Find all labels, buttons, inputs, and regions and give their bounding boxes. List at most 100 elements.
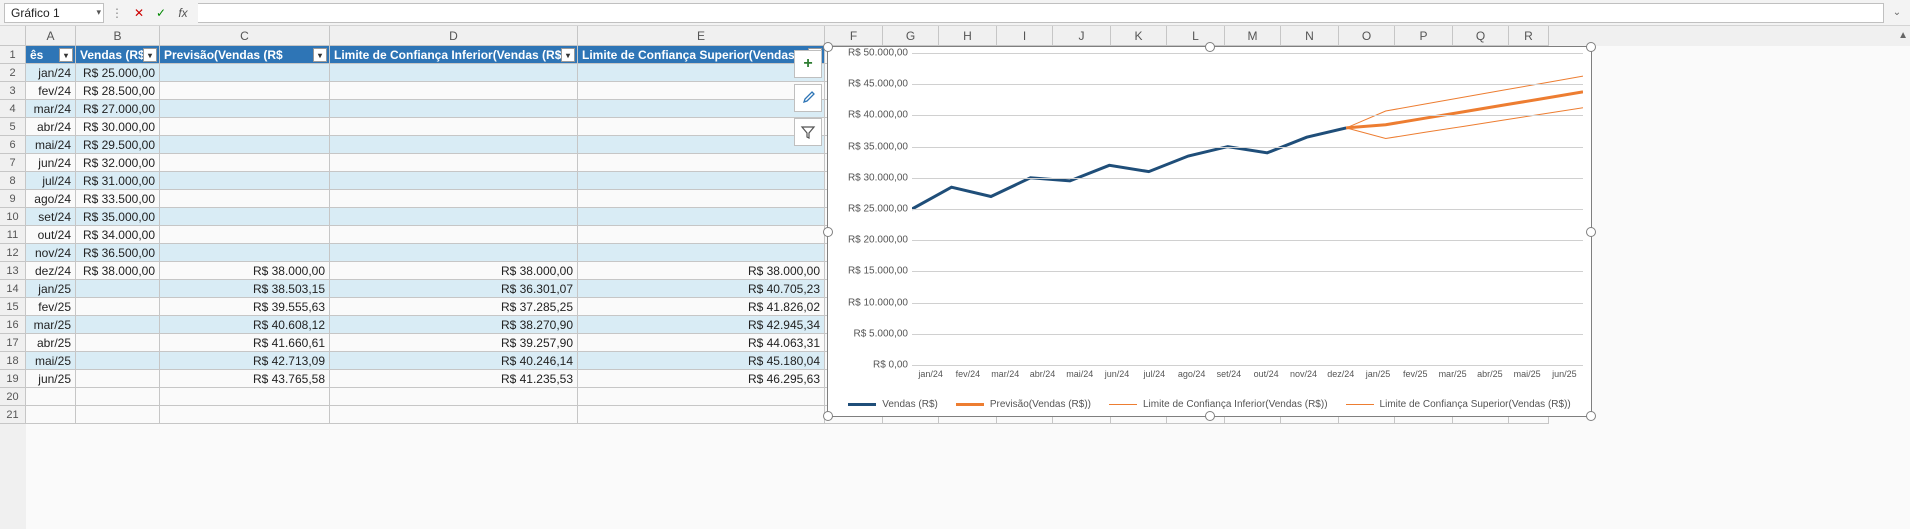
cell[interactable]: R$ 42.713,09 bbox=[160, 352, 330, 370]
cell[interactable] bbox=[160, 172, 330, 190]
table-header[interactable]: Limite de Confiança Superior(Vendas (R▾ bbox=[578, 46, 825, 64]
resize-handle[interactable] bbox=[823, 411, 833, 421]
cell[interactable] bbox=[578, 154, 825, 172]
row-header[interactable]: 5 bbox=[0, 118, 26, 136]
cell[interactable]: R$ 36.500,00 bbox=[76, 244, 160, 262]
row-header[interactable]: 13 bbox=[0, 262, 26, 280]
cell[interactable]: R$ 37.285,25 bbox=[330, 298, 578, 316]
cell[interactable]: fev/24 bbox=[26, 82, 76, 100]
cell[interactable] bbox=[26, 388, 76, 406]
cell[interactable] bbox=[76, 334, 160, 352]
cell[interactable] bbox=[578, 100, 825, 118]
cell[interactable]: R$ 38.000,00 bbox=[578, 262, 825, 280]
cell[interactable] bbox=[160, 208, 330, 226]
cell[interactable] bbox=[578, 208, 825, 226]
cell[interactable] bbox=[160, 64, 330, 82]
cell[interactable]: R$ 30.000,00 bbox=[76, 118, 160, 136]
column-header-l[interactable]: L bbox=[1167, 26, 1225, 46]
cell[interactable] bbox=[76, 316, 160, 334]
select-all-corner[interactable] bbox=[0, 26, 26, 46]
cell[interactable]: R$ 39.555,63 bbox=[160, 298, 330, 316]
cell[interactable]: mai/25 bbox=[26, 352, 76, 370]
cell[interactable]: R$ 32.000,00 bbox=[76, 154, 160, 172]
table-header[interactable]: Previsão(Vendas (R$▾ bbox=[160, 46, 330, 64]
cell[interactable]: R$ 31.000,00 bbox=[76, 172, 160, 190]
cell[interactable]: R$ 28.500,00 bbox=[76, 82, 160, 100]
cancel-formula-icon[interactable]: ✕ bbox=[130, 3, 148, 23]
cell[interactable] bbox=[330, 82, 578, 100]
cell[interactable]: nov/24 bbox=[26, 244, 76, 262]
formula-input[interactable] bbox=[198, 3, 1884, 23]
row-header[interactable]: 1 bbox=[0, 46, 26, 64]
table-header[interactable]: Limite de Confiança Inferior(Vendas (R$▾ bbox=[330, 46, 578, 64]
cell[interactable] bbox=[76, 406, 160, 424]
row-header[interactable]: 9 bbox=[0, 190, 26, 208]
cell[interactable] bbox=[578, 172, 825, 190]
cell[interactable] bbox=[578, 226, 825, 244]
column-header-f[interactable]: F bbox=[825, 26, 883, 46]
cell[interactable]: dez/24 bbox=[26, 262, 76, 280]
row-header[interactable]: 14 bbox=[0, 280, 26, 298]
cell[interactable]: ago/24 bbox=[26, 190, 76, 208]
cell[interactable] bbox=[578, 190, 825, 208]
cell[interactable]: R$ 36.301,07 bbox=[330, 280, 578, 298]
cell[interactable]: R$ 40.608,12 bbox=[160, 316, 330, 334]
cell[interactable] bbox=[26, 406, 76, 424]
resize-handle[interactable] bbox=[1205, 42, 1215, 52]
cell[interactable]: R$ 25.000,00 bbox=[76, 64, 160, 82]
cell[interactable]: jan/24 bbox=[26, 64, 76, 82]
cell[interactable] bbox=[160, 190, 330, 208]
cell[interactable]: R$ 42.945,34 bbox=[578, 316, 825, 334]
cell[interactable] bbox=[578, 244, 825, 262]
cell[interactable] bbox=[160, 136, 330, 154]
cell[interactable] bbox=[330, 406, 578, 424]
row-header[interactable]: 15 bbox=[0, 298, 26, 316]
resize-handle[interactable] bbox=[1586, 227, 1596, 237]
column-header-q[interactable]: Q bbox=[1453, 26, 1509, 46]
cell[interactable]: out/24 bbox=[26, 226, 76, 244]
column-header-a[interactable]: A bbox=[26, 26, 76, 46]
cell[interactable] bbox=[160, 118, 330, 136]
cell[interactable]: R$ 38.270,90 bbox=[330, 316, 578, 334]
cell[interactable]: R$ 33.500,00 bbox=[76, 190, 160, 208]
row-header[interactable]: 18 bbox=[0, 352, 26, 370]
chart-style-button[interactable] bbox=[794, 84, 822, 112]
chart-filter-button[interactable] bbox=[794, 118, 822, 146]
column-header-j[interactable]: J bbox=[1053, 26, 1111, 46]
cell[interactable] bbox=[578, 388, 825, 406]
chevron-down-icon[interactable]: ▾ bbox=[96, 7, 101, 18]
column-header-r[interactable]: R bbox=[1509, 26, 1549, 46]
column-header-b[interactable]: B bbox=[76, 26, 160, 46]
filter-dropdown-icon[interactable]: ▾ bbox=[59, 48, 73, 62]
cell[interactable] bbox=[76, 370, 160, 388]
row-header[interactable]: 2 bbox=[0, 64, 26, 82]
row-header[interactable]: 8 bbox=[0, 172, 26, 190]
cell[interactable] bbox=[330, 154, 578, 172]
cell[interactable]: jul/24 bbox=[26, 172, 76, 190]
cell[interactable]: R$ 29.500,00 bbox=[76, 136, 160, 154]
fx-icon[interactable]: fx bbox=[174, 3, 192, 23]
cell[interactable] bbox=[578, 82, 825, 100]
filter-dropdown-icon[interactable]: ▾ bbox=[313, 48, 327, 62]
table-header[interactable]: Vendas (R$▾ bbox=[76, 46, 160, 64]
cell[interactable]: jun/25 bbox=[26, 370, 76, 388]
resize-handle[interactable] bbox=[1586, 411, 1596, 421]
cell[interactable]: R$ 46.295,63 bbox=[578, 370, 825, 388]
cell[interactable]: R$ 38.000,00 bbox=[76, 262, 160, 280]
cell[interactable] bbox=[330, 388, 578, 406]
column-header-c[interactable]: C bbox=[160, 26, 330, 46]
cell[interactable]: R$ 38.000,00 bbox=[160, 262, 330, 280]
row-header[interactable]: 10 bbox=[0, 208, 26, 226]
cell[interactable]: jan/25 bbox=[26, 280, 76, 298]
cell[interactable]: set/24 bbox=[26, 208, 76, 226]
cell[interactable] bbox=[330, 118, 578, 136]
cell[interactable] bbox=[76, 352, 160, 370]
cell[interactable] bbox=[160, 100, 330, 118]
column-header-i[interactable]: I bbox=[997, 26, 1053, 46]
cell[interactable] bbox=[160, 226, 330, 244]
cell[interactable]: fev/25 bbox=[26, 298, 76, 316]
cell[interactable]: mar/25 bbox=[26, 316, 76, 334]
cell[interactable]: R$ 41.826,02 bbox=[578, 298, 825, 316]
cell[interactable]: R$ 41.235,53 bbox=[330, 370, 578, 388]
cell[interactable] bbox=[578, 64, 825, 82]
